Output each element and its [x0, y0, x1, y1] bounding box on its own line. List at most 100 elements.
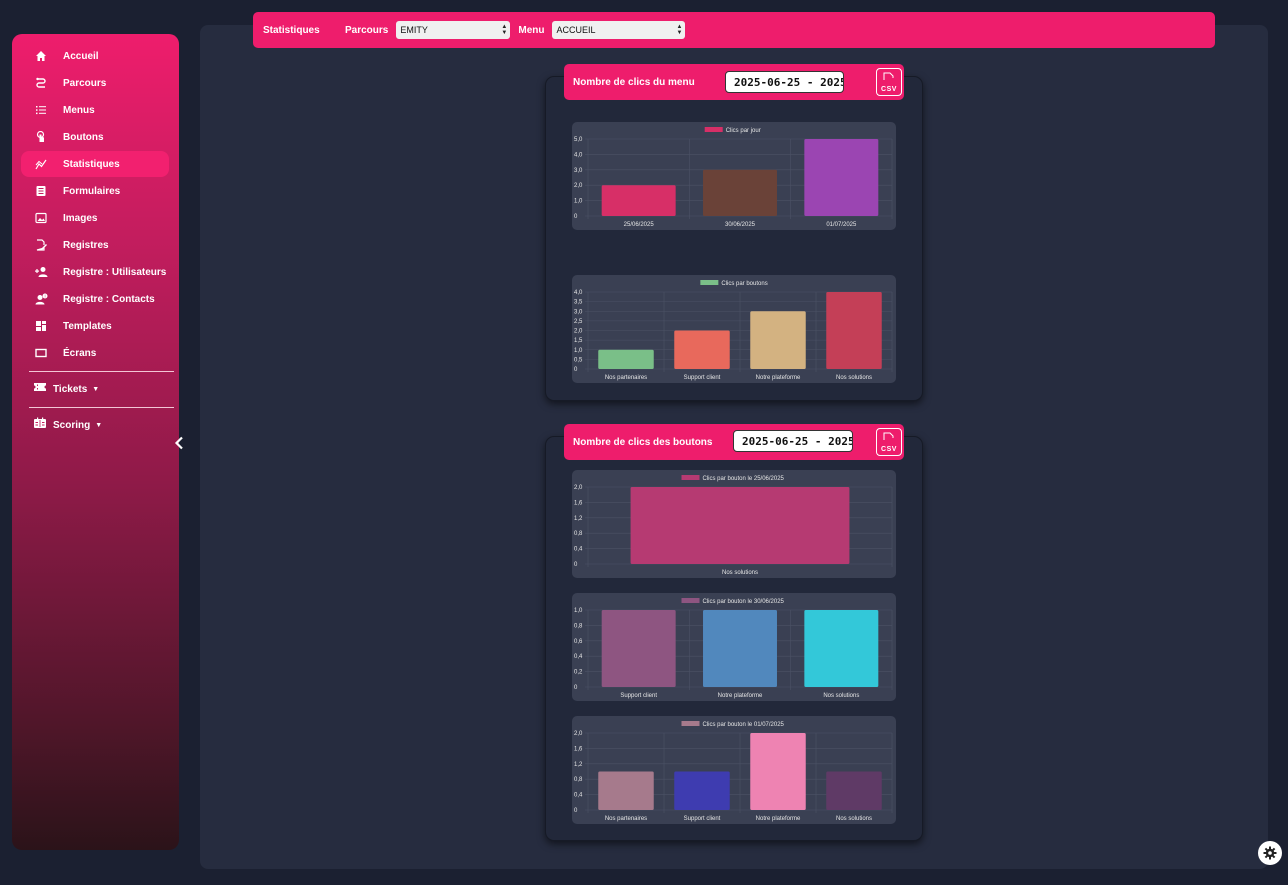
- sidebar-divider: [29, 371, 174, 372]
- chart-bar: [674, 771, 730, 810]
- sidebar-item-registres[interactable]: Registres: [21, 232, 169, 258]
- legend-swatch: [681, 598, 700, 603]
- sidebar-item-images[interactable]: Images: [21, 205, 169, 231]
- touch-icon: [34, 130, 48, 144]
- sidebar-group-scoring[interactable]: Scoring ▼: [33, 415, 102, 435]
- sidebar-item-accueil[interactable]: Accueil: [21, 43, 169, 69]
- sidebar-item-label: Registres: [63, 239, 109, 251]
- menu-select[interactable]: ACCUEIL ▲ ▼: [552, 21, 686, 39]
- x-tick-label: Notre plateforme: [756, 816, 801, 822]
- y-tick-label: 0: [574, 808, 578, 814]
- parcours-select[interactable]: EMITY ▲ ▼: [396, 21, 511, 39]
- file-icon: [883, 432, 894, 440]
- chart-bar: [750, 311, 806, 369]
- legend-label: Clics par jour: [726, 128, 761, 134]
- image-icon: [34, 211, 48, 225]
- stats-icon: [34, 157, 48, 171]
- y-tick-label: 3,0: [574, 168, 583, 174]
- menu-date-range-input[interactable]: 2025-06-25 - 2025-07-01: [725, 71, 844, 93]
- sidebar-item-ecrans[interactable]: Écrans: [21, 340, 169, 366]
- collapse-sidebar-button[interactable]: [172, 434, 186, 452]
- y-tick-label: 1,0: [574, 608, 583, 614]
- menu-csv-export-button[interactable]: CSV: [876, 68, 902, 96]
- x-tick-label: Nos solutions: [823, 693, 859, 699]
- y-tick-label: 2,0: [574, 731, 583, 737]
- x-tick-label: 25/06/2025: [624, 222, 655, 228]
- y-tick-label: 0: [574, 214, 578, 220]
- home-icon: [34, 49, 48, 63]
- list-icon: [34, 103, 48, 117]
- sidebar-item-templates[interactable]: Templates: [21, 313, 169, 339]
- svg-text:i: i: [44, 294, 45, 299]
- sidebar-item-statistiques[interactable]: Statistiques: [21, 151, 169, 177]
- y-tick-label: 0,6: [574, 639, 583, 645]
- x-tick-label: 30/06/2025: [725, 222, 756, 228]
- x-tick-label: Nos solutions: [722, 570, 758, 576]
- sidebar-item-parcours[interactable]: Parcours: [21, 70, 169, 96]
- y-tick-label: 0: [574, 685, 578, 691]
- sidebar-item-label: Registre : Utilisateurs: [63, 266, 167, 278]
- sidebar-group-tickets[interactable]: Tickets ▼: [33, 379, 99, 399]
- x-tick-label: Nos solutions: [836, 375, 872, 381]
- y-tick-label: 0,5: [574, 357, 583, 363]
- y-tick-label: 2,0: [574, 485, 583, 491]
- legend-label: Clics par bouton le 01/07/2025: [703, 722, 785, 728]
- csv-label: CSV: [881, 446, 897, 453]
- sidebar-item-label: Registre : Contacts: [63, 293, 155, 305]
- sidebar-item-label: Boutons: [63, 131, 104, 143]
- x-tick-label: 01/07/2025: [826, 222, 857, 228]
- sidebar-item-label: Formulaires: [63, 185, 121, 197]
- chart-bar: [630, 487, 850, 564]
- add-user-icon: [34, 265, 48, 279]
- y-tick-label: 1,6: [574, 746, 583, 752]
- y-tick-label: 2,5: [574, 319, 583, 325]
- sidebar-item-registre-contacts[interactable]: i Registre : Contacts: [21, 286, 169, 312]
- x-tick-label: Support client: [684, 816, 721, 822]
- sidebar-item-label: Images: [63, 212, 98, 224]
- x-tick-label: Notre plateforme: [756, 375, 801, 381]
- form-icon: [34, 184, 48, 198]
- contacts-icon: i: [34, 292, 48, 306]
- y-tick-label: 0,2: [574, 670, 583, 676]
- sidebar-item-formulaires[interactable]: Formulaires: [21, 178, 169, 204]
- chart-legend: Clics par boutons: [700, 280, 768, 287]
- legend-swatch: [681, 475, 700, 480]
- chart-bar: [804, 610, 879, 687]
- card-title: Nombre de clics du menu: [573, 76, 695, 88]
- y-tick-label: 2,0: [574, 329, 583, 335]
- chart-clics-par-boutons: Clics par boutons 0 0,5 1,0 1,5 2,0 2,5 3,0 3,5 4…: [572, 275, 896, 383]
- scoreboard-icon: [33, 416, 47, 434]
- buttons-date-range-input[interactable]: 2025-06-25 - 2025-07-01: [733, 430, 853, 452]
- chart-bar: [601, 185, 676, 216]
- chart-legend: Clics par bouton le 01/07/2025: [681, 721, 785, 728]
- sidebar-item-boutons[interactable]: Boutons: [21, 124, 169, 150]
- legend-swatch: [700, 280, 719, 285]
- chart-bar: [601, 610, 676, 687]
- y-tick-label: 4,0: [574, 290, 583, 296]
- caret-down-icon: ▼: [92, 385, 100, 393]
- chart-bar: [826, 292, 882, 369]
- buttons-csv-export-button[interactable]: CSV: [876, 428, 902, 456]
- chart-clics-01-07-2025: Clics par bouton le 01/07/2025 0 0,4 0,8 1,2…: [572, 716, 896, 824]
- sidebar-item-menus[interactable]: Menus: [21, 97, 169, 123]
- chart-bar: [804, 139, 879, 216]
- sidebar-item-label: Statistiques: [63, 158, 120, 170]
- parcours-select-value: EMITY: [400, 25, 428, 35]
- screen-icon: [34, 346, 48, 360]
- chart-bar: [598, 349, 654, 369]
- y-tick-label: 0,4: [574, 654, 583, 660]
- sidebar-item-registre-utilisateurs[interactable]: Registre : Utilisateurs: [21, 259, 169, 285]
- sidebar: Accueil Parcours Menus Boutons Statistiq…: [12, 34, 179, 850]
- y-tick-label: 1,5: [574, 338, 583, 344]
- menu-select-value: ACCUEIL: [556, 25, 596, 35]
- y-tick-label: 0,8: [574, 623, 583, 629]
- legend-swatch: [681, 721, 700, 726]
- settings-button[interactable]: [1258, 841, 1282, 865]
- chart-bar: [703, 169, 777, 216]
- sidebar-item-label: Menus: [63, 104, 95, 116]
- legend-label: Clics par boutons: [721, 281, 767, 287]
- select-arrows-icon: ▲ ▼: [501, 24, 508, 36]
- card-title: Nombre de clics des boutons: [573, 436, 713, 448]
- x-tick-label: Support client: [684, 375, 721, 381]
- gear-icon: [1263, 846, 1277, 860]
